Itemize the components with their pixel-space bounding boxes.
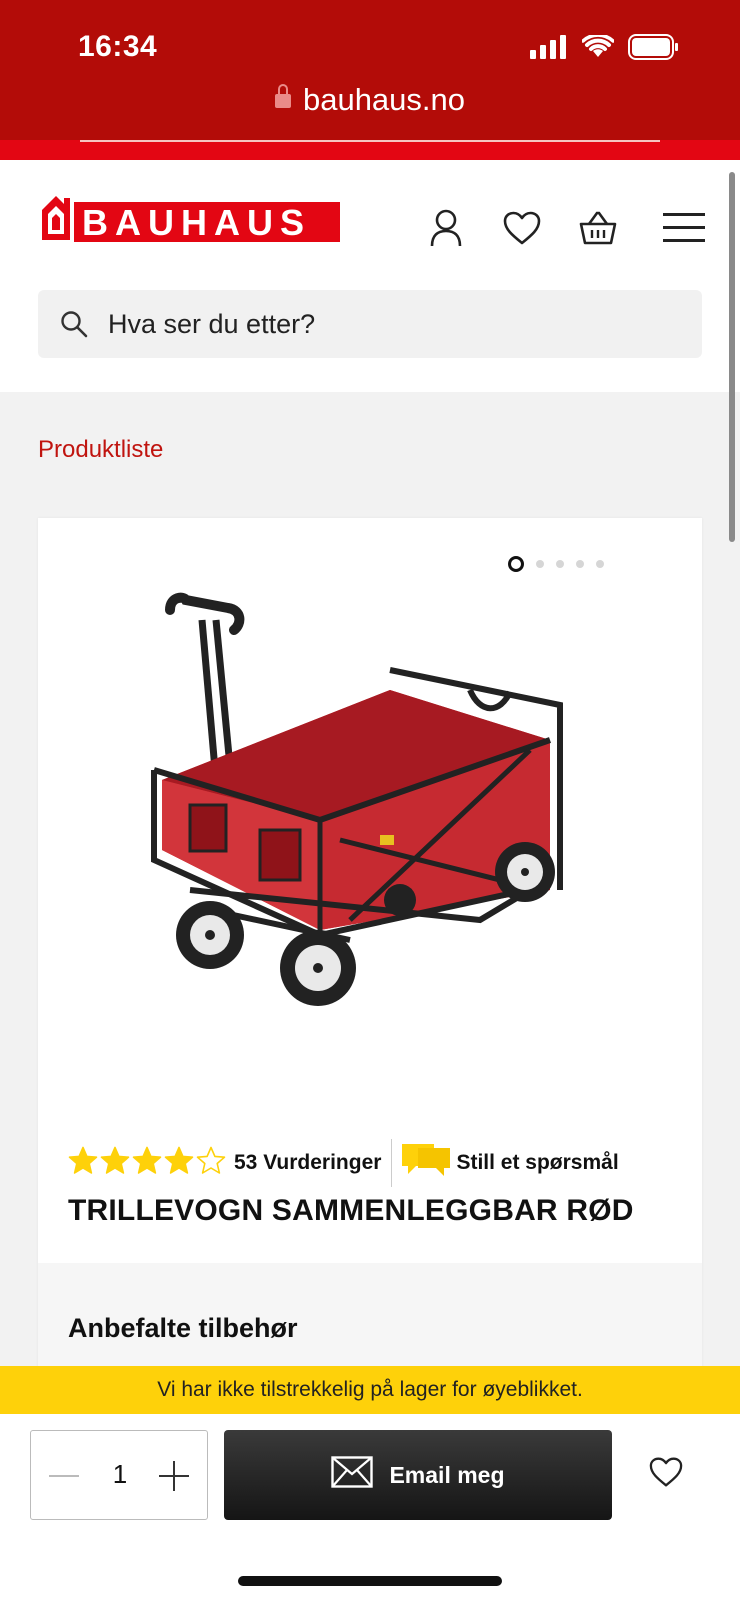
purchase-bar: 1 Email meg: [0, 1414, 740, 1600]
accessories-heading: Anbefalte tilbehør: [68, 1313, 298, 1343]
menu-icon[interactable]: [662, 208, 706, 248]
clock: 16:34: [78, 30, 158, 63]
basket-icon[interactable]: [576, 208, 620, 248]
logo-text: BAUHAUS: [82, 202, 311, 243]
star-filled-icon: [68, 1146, 98, 1180]
product-card: 53 Vurderinger Still et spørsmål TRILLEV…: [38, 518, 702, 1370]
star-filled-icon: [164, 1146, 194, 1180]
image-carousel-indicator[interactable]: [508, 556, 604, 572]
star-filled-icon: [132, 1146, 162, 1180]
wishlist-heart-icon[interactable]: [500, 208, 544, 248]
bauhaus-logo[interactable]: BAUHAUS: [40, 186, 340, 248]
ask-question-link[interactable]: Still et spørsmål: [400, 1140, 619, 1186]
user-icon[interactable]: [426, 208, 466, 248]
email-me-button[interactable]: Email meg: [224, 1430, 612, 1520]
carousel-dot[interactable]: [536, 560, 544, 568]
envelope-icon: [331, 1456, 374, 1494]
stock-notice: Vi har ikke tilstrekkelig på lager for ø…: [0, 1366, 740, 1414]
heart-icon: [648, 1457, 684, 1492]
lock-icon: [274, 84, 291, 108]
site-header: BAUHAUS Hva ser du etter?: [0, 160, 740, 392]
signal-icon: [530, 35, 568, 64]
breadcrumb-link[interactable]: Produktliste: [38, 436, 163, 464]
recommended-accessories-section: Anbefalte tilbehør: [38, 1263, 702, 1370]
quantity-stepper: 1: [30, 1430, 208, 1520]
star-filled-icon: [100, 1146, 130, 1180]
browser-status-bar: 16:34 bauhaus.no: [0, 0, 740, 140]
ask-question-label: Still et spørsmål: [456, 1151, 619, 1174]
divider: [391, 1139, 393, 1187]
carousel-dot[interactable]: [556, 560, 564, 568]
search-bar[interactable]: Hva ser du etter?: [38, 290, 702, 358]
search-input[interactable]: Hva ser du etter?: [108, 309, 315, 340]
url-text: bauhaus.no: [302, 82, 466, 117]
promo-strip: [0, 140, 740, 160]
rating-row: 53 Vurderinger Still et spørsmål: [68, 1138, 619, 1188]
battery-icon: [628, 34, 680, 65]
carousel-dot[interactable]: [596, 560, 604, 568]
product-image[interactable]: [150, 590, 580, 1030]
system-icons: [530, 33, 680, 65]
product-title: TRILLEVOGN SAMMENLEGGBAR RØD: [68, 1194, 634, 1227]
email-me-label: Email meg: [389, 1461, 505, 1488]
home-indicator[interactable]: [238, 1576, 502, 1586]
wifi-icon: [581, 33, 615, 64]
rating-stars[interactable]: [68, 1146, 226, 1180]
reviews-count-link[interactable]: 53 Vurderinger: [234, 1151, 381, 1175]
address-bar[interactable]: bauhaus.no: [0, 82, 740, 118]
search-icon: [60, 310, 88, 343]
page-scrollbar[interactable]: [729, 172, 735, 542]
increase-quantity-button[interactable]: [157, 1459, 191, 1493]
add-to-wishlist-button[interactable]: [648, 1456, 684, 1493]
star-empty-icon: [196, 1146, 226, 1180]
chat-bubbles-icon: [400, 1140, 452, 1186]
carousel-dot[interactable]: [576, 560, 584, 568]
carousel-dot[interactable]: [508, 556, 524, 572]
